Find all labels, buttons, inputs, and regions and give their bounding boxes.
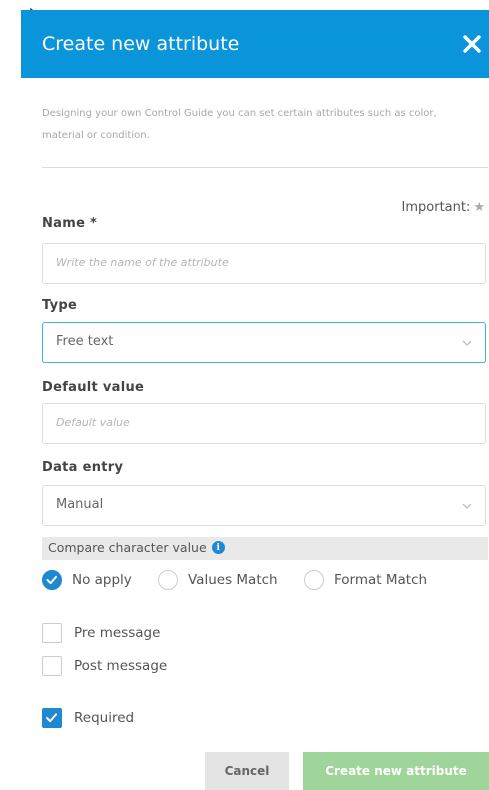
post-message-label: Post message — [74, 658, 168, 674]
default-value-placeholder: Default value — [56, 416, 130, 429]
chevron-down-icon — [462, 503, 472, 509]
data-entry-label: Data entry — [42, 460, 124, 475]
radio-no-apply[interactable]: No apply — [42, 570, 132, 590]
pre-message-checkbox[interactable]: Pre message — [42, 623, 160, 643]
name-input-placeholder: Write the name of the attribute — [56, 256, 229, 269]
required-label: Required — [74, 710, 135, 726]
name-input[interactable]: Write the name of the attribute — [42, 243, 486, 284]
default-value-label: Default value — [42, 380, 145, 395]
radio-format-match[interactable]: Format Match — [304, 570, 427, 590]
compare-section-header: Compare character value i — [42, 537, 488, 560]
type-select-value: Free text — [56, 334, 114, 349]
create-attribute-button[interactable]: Create new attribute — [303, 752, 489, 790]
radio-label: Format Match — [334, 572, 428, 588]
info-icon[interactable]: i — [211, 541, 225, 554]
checkbox-unchecked-icon — [42, 623, 62, 643]
radio-checked-icon — [42, 570, 62, 590]
close-icon[interactable] — [460, 32, 484, 56]
type-label: Type — [42, 298, 78, 313]
radio-unchecked-icon — [158, 570, 178, 590]
compare-label: Compare character value — [48, 540, 207, 555]
data-entry-select[interactable]: Manual — [42, 485, 486, 526]
data-entry-select-value: Manual — [56, 497, 104, 512]
radio-label: No apply — [72, 572, 132, 588]
checkbox-checked-icon — [42, 708, 62, 728]
name-label: Name * — [42, 216, 98, 231]
cancel-button[interactable]: Cancel — [205, 752, 289, 790]
post-message-checkbox[interactable]: Post message — [42, 656, 167, 676]
pre-message-label: Pre message — [74, 625, 161, 641]
divider — [42, 167, 488, 168]
dialog-header: Create new attribute — [21, 10, 489, 78]
important-toggle[interactable]: Important: ★ — [402, 200, 485, 215]
compare-label-wrap: Compare character value i — [48, 540, 225, 555]
dialog-title: Create new attribute — [42, 33, 240, 55]
chevron-down-icon — [462, 340, 472, 346]
default-value-input[interactable]: Default value — [42, 403, 486, 444]
required-checkbox[interactable]: Required — [42, 708, 134, 728]
star-icon[interactable]: ★ — [473, 200, 485, 215]
radio-values-match[interactable]: Values Match — [158, 570, 278, 590]
radio-unchecked-icon — [304, 570, 324, 590]
checkbox-unchecked-icon — [42, 656, 62, 676]
type-select[interactable]: Free text — [42, 322, 486, 363]
radio-label: Values Match — [188, 572, 278, 588]
important-label: Important: — [401, 200, 471, 215]
dialog-description: Designing your own Control Guide you can… — [42, 108, 437, 141]
